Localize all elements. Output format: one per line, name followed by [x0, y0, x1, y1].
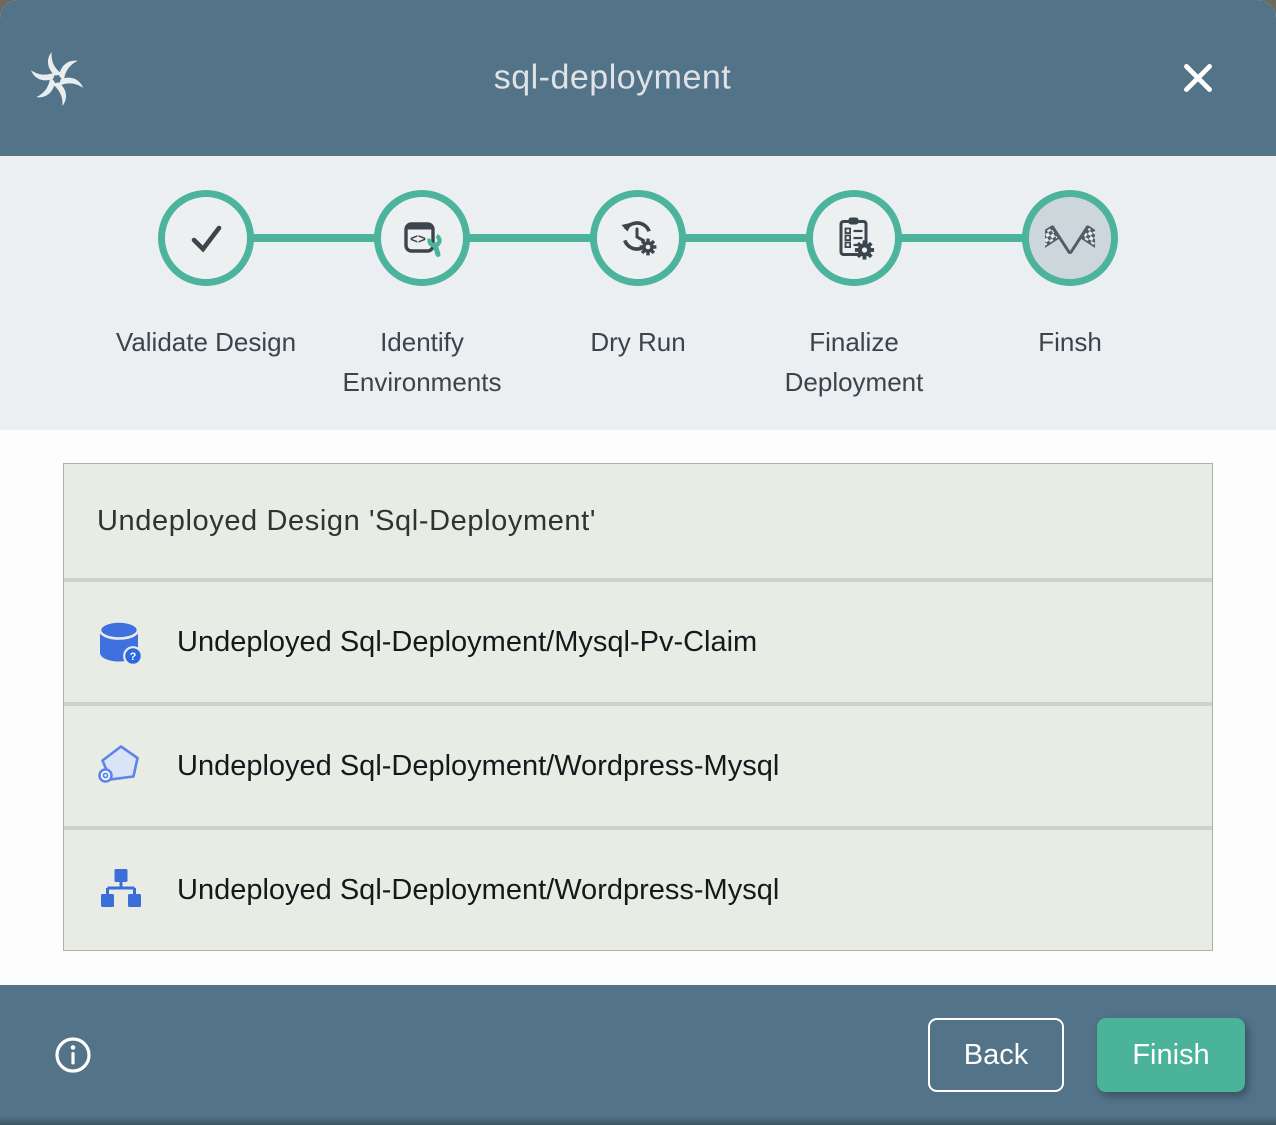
list-item-text: Undeployed Sql-Deployment/Mysql-Pv-Claim — [177, 626, 757, 659]
back-button[interactable]: Back — [928, 1018, 1064, 1092]
step-validate-design-circle[interactable] — [158, 190, 254, 286]
dialog-title: sql-deployment — [494, 59, 732, 98]
step-label: Identify Environments — [317, 322, 527, 402]
step-identify-environments-circle[interactable]: <> — [374, 190, 470, 286]
pod-icon — [97, 742, 145, 790]
close-icon — [1177, 57, 1219, 99]
step-finish-circle[interactable] — [1022, 190, 1118, 286]
info-icon — [53, 1035, 93, 1075]
clipboard-gear-icon — [830, 214, 878, 262]
step-validate-design: Validate Design — [98, 190, 314, 402]
deployment-results-list: Undeployed Design 'Sql-Deployment' ? Und… — [63, 463, 1213, 951]
check-icon — [182, 214, 230, 262]
step-dry-run-circle[interactable] — [590, 190, 686, 286]
list-item-text: Undeployed Sql-Deployment/Wordpress-Mysq… — [177, 874, 779, 907]
results-heading: Undeployed Design 'Sql-Deployment' — [64, 464, 1212, 578]
step-dry-run: Dry Run — [530, 190, 746, 402]
refresh-gear-icon — [614, 214, 662, 262]
info-button[interactable] — [53, 1035, 93, 1075]
list-item: ? Undeployed Sql-Deployment/Mysql-Pv-Cla… — [64, 578, 1212, 702]
tree-icon — [97, 866, 145, 914]
svg-text:<>: <> — [410, 232, 426, 247]
step-finish: Finsh — [962, 190, 1178, 402]
step-label: Dry Run — [590, 322, 685, 362]
code-window-wrench-icon: <> — [398, 214, 446, 262]
dialog-footer: Back Finish — [0, 985, 1276, 1125]
list-item: Undeployed Sql-Deployment/Wordpress-Mysq… — [64, 826, 1212, 950]
finish-button[interactable]: Finish — [1097, 1018, 1245, 1092]
wizard-stepper: Validate Design <> — [0, 156, 1276, 430]
step-finalize-deployment: Finalize Deployment — [746, 190, 962, 402]
list-item-text: Undeployed Sql-Deployment/Wordpress-Mysq… — [177, 750, 779, 783]
pinwheel-logo-icon — [30, 52, 84, 106]
step-identify-environments: <> Identify Environments — [314, 190, 530, 402]
close-button[interactable] — [1176, 56, 1220, 100]
svg-text:?: ? — [130, 651, 137, 663]
step-label: Validate Design — [116, 322, 296, 362]
database-question-icon: ? — [97, 618, 145, 666]
step-finalize-deployment-circle[interactable] — [806, 190, 902, 286]
step-label: Finsh — [1038, 322, 1102, 362]
step-label: Finalize Deployment — [749, 322, 959, 402]
list-item: Undeployed Sql-Deployment/Wordpress-Mysq… — [64, 702, 1212, 826]
checkered-flags-icon — [1045, 213, 1095, 263]
wizard-body: Undeployed Design 'Sql-Deployment' ? Und… — [0, 430, 1276, 985]
sql-deployment-wizard-dialog: sql-deployment Valida — [0, 0, 1276, 1125]
dialog-header: sql-deployment — [0, 0, 1276, 156]
